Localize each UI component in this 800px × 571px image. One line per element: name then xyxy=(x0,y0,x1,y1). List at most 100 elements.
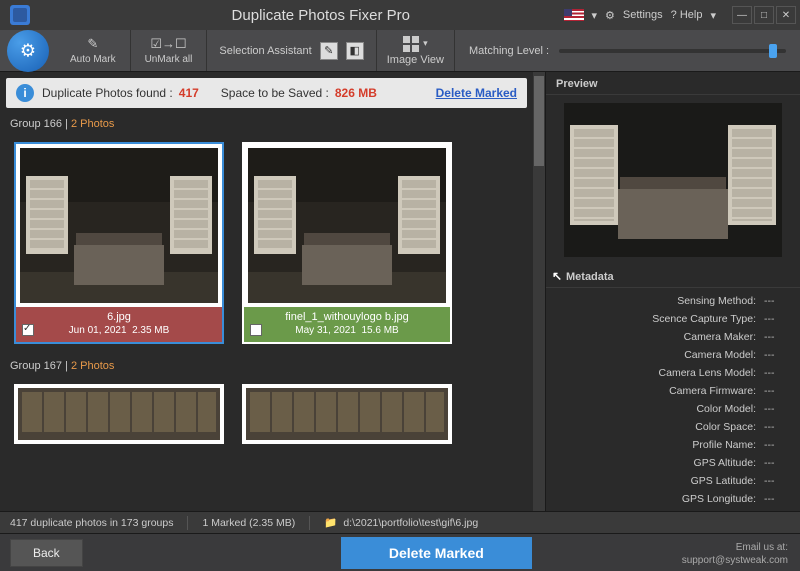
support-email: Email us at: support@systweak.com xyxy=(682,541,788,567)
group-name: Group 167 xyxy=(10,360,62,372)
group-name: Group 166 xyxy=(10,118,62,130)
minimize-button[interactable]: — xyxy=(732,6,752,24)
main-scrollbar[interactable] xyxy=(533,72,545,511)
metadata-key: Camera Maker: xyxy=(684,331,756,343)
metadata-key: GPS Altitude: xyxy=(694,457,756,469)
app-title: Duplicate Photos Fixer Pro xyxy=(38,7,564,24)
email-address[interactable]: support@systweak.com xyxy=(682,554,788,567)
back-button[interactable]: Back xyxy=(10,539,83,567)
metadata-value: --- xyxy=(764,403,790,415)
metadata-value: --- xyxy=(764,457,790,469)
photo-checkbox[interactable] xyxy=(250,324,262,336)
close-button[interactable]: ✕ xyxy=(776,6,796,24)
help-link[interactable]: ? Help xyxy=(671,9,703,21)
group-photos-label: Photos xyxy=(80,118,114,130)
slider-thumb[interactable] xyxy=(769,44,777,58)
app-logo-icon xyxy=(10,5,30,25)
grid-icon xyxy=(403,36,419,52)
group-header: Group 167 | 2 Photos xyxy=(0,354,533,378)
delete-marked-button[interactable]: Delete Marked xyxy=(341,537,532,569)
side-panel: Preview ↖ Metadata Sensing Method:---Sce… xyxy=(545,72,800,511)
status-marked: 1 Marked (2.35 MB) xyxy=(202,517,295,529)
photo-thumbnail xyxy=(248,148,446,303)
wand-icon: ✎ xyxy=(87,36,98,52)
metadata-key: Sensing Method: xyxy=(677,295,756,307)
photo-size: 15.6 MB xyxy=(361,325,398,336)
selection-tool-1-button[interactable]: ✎ xyxy=(320,42,338,60)
photo-checkbox[interactable] xyxy=(22,324,34,336)
metadata-row: Color Model:--- xyxy=(546,400,790,418)
metadata-value: --- xyxy=(764,349,790,361)
photo-card[interactable]: 6.jpg Jun 01, 2021 2.35 MB xyxy=(14,142,224,344)
metadata-row: Color Space:--- xyxy=(546,418,790,436)
metadata-value: --- xyxy=(764,385,790,397)
image-view-button[interactable]: ▾ Image View xyxy=(377,30,455,71)
metadata-key: GPS Latitude: xyxy=(691,475,756,487)
scrollbar-thumb[interactable] xyxy=(534,76,544,166)
status-bar: 417 duplicate photos in 173 groups 1 Mar… xyxy=(0,511,800,533)
photo-card[interactable] xyxy=(14,384,224,444)
checkbox-icon: ☑→☐ xyxy=(150,36,186,52)
metadata-value: --- xyxy=(764,475,790,487)
metadata-key: Camera Model: xyxy=(684,349,756,361)
metadata-key: Camera Firmware: xyxy=(669,385,756,397)
duplicates-found-label: Duplicate Photos found : xyxy=(42,86,173,100)
chevron-down-icon[interactable]: ▾ xyxy=(710,9,716,22)
metadata-key: Scence Capture Type: xyxy=(652,313,756,325)
photo-thumbnail xyxy=(18,388,220,440)
gear-icon: ⚙ xyxy=(605,9,615,22)
group-photos-label: Photos xyxy=(80,360,114,372)
selection-tool-2-button[interactable]: ◧ xyxy=(346,42,364,60)
metadata-value: --- xyxy=(764,421,790,433)
group-count: 2 xyxy=(71,118,77,130)
matching-level-slider[interactable] xyxy=(559,49,786,53)
photo-thumbnail xyxy=(20,148,218,303)
matching-level-label: Matching Level : xyxy=(469,45,549,57)
metadata-row: GPS Latitude: --- xyxy=(546,472,790,490)
preview-area xyxy=(546,95,800,265)
status-summary: 417 duplicate photos in 173 groups xyxy=(10,517,173,529)
duplicates-found-count: 417 xyxy=(179,86,199,100)
unmark-all-button[interactable]: ☑→☐ UnMark all xyxy=(131,30,208,71)
info-bar: i Duplicate Photos found : 417 Space to … xyxy=(6,78,527,108)
group-count: 2 xyxy=(71,360,77,372)
metadata-value: --- xyxy=(764,331,790,343)
bottom-bar: Back Delete Marked Email us at: support@… xyxy=(0,533,800,571)
metadata-row: Camera Model: --- xyxy=(546,346,790,364)
metadata-list: Sensing Method: --- Scence Capture Type: --… xyxy=(546,288,800,511)
metadata-row: Sensing Method: --- xyxy=(546,292,790,310)
metadata-row: Camera Firmware: --- xyxy=(546,382,790,400)
auto-mark-label: Auto Mark xyxy=(70,54,116,65)
photo-caption: 6.jpg Jun 01, 2021 2.35 MB xyxy=(16,307,222,342)
photo-size: 2.35 MB xyxy=(132,325,169,336)
preview-header: Preview xyxy=(546,72,800,95)
preview-image xyxy=(564,103,782,257)
photo-filename: 6.jpg xyxy=(107,311,131,323)
info-icon: i xyxy=(16,84,34,102)
metadata-row: GPS Longitude:--- xyxy=(546,490,790,508)
metadata-value: --- xyxy=(764,313,790,325)
matching-level-group: Matching Level : xyxy=(455,30,800,71)
photo-filename: finel_1_withouylogo b.jpg xyxy=(285,311,409,323)
photo-caption: finel_1_withouylogo b.jpg May 31, 2021 1… xyxy=(244,307,450,342)
group-header: Group 166 | 2 Photos xyxy=(0,112,533,136)
metadata-key: Profile Name: xyxy=(692,439,756,451)
chevron-down-icon[interactable]: ▾ xyxy=(592,9,598,22)
photo-card[interactable] xyxy=(242,384,452,444)
language-flag-icon[interactable] xyxy=(564,9,584,21)
toolbar: ✎ Auto Mark ☑→☐ UnMark all Selection Ass… xyxy=(0,30,800,72)
delete-marked-link[interactable]: Delete Marked xyxy=(436,86,517,100)
metadata-row: Camera Maker: --- xyxy=(546,328,790,346)
photo-thumbnail xyxy=(246,388,448,440)
cursor-icon: ↖ xyxy=(552,269,562,283)
photo-date: May 31, 2021 xyxy=(295,325,356,336)
metadata-value: --- xyxy=(764,439,790,451)
metadata-row: Camera Lens Model:--- xyxy=(546,364,790,382)
settings-link[interactable]: Settings xyxy=(623,9,663,21)
photo-card[interactable]: finel_1_withouylogo b.jpg May 31, 2021 1… xyxy=(242,142,452,344)
metadata-value: --- xyxy=(764,295,790,307)
auto-mark-button[interactable]: ✎ Auto Mark xyxy=(56,30,131,71)
metadata-value: --- xyxy=(764,493,790,505)
maximize-button[interactable]: □ xyxy=(754,6,774,24)
titlebar: Duplicate Photos Fixer Pro ▾ ⚙ Settings … xyxy=(0,0,800,30)
